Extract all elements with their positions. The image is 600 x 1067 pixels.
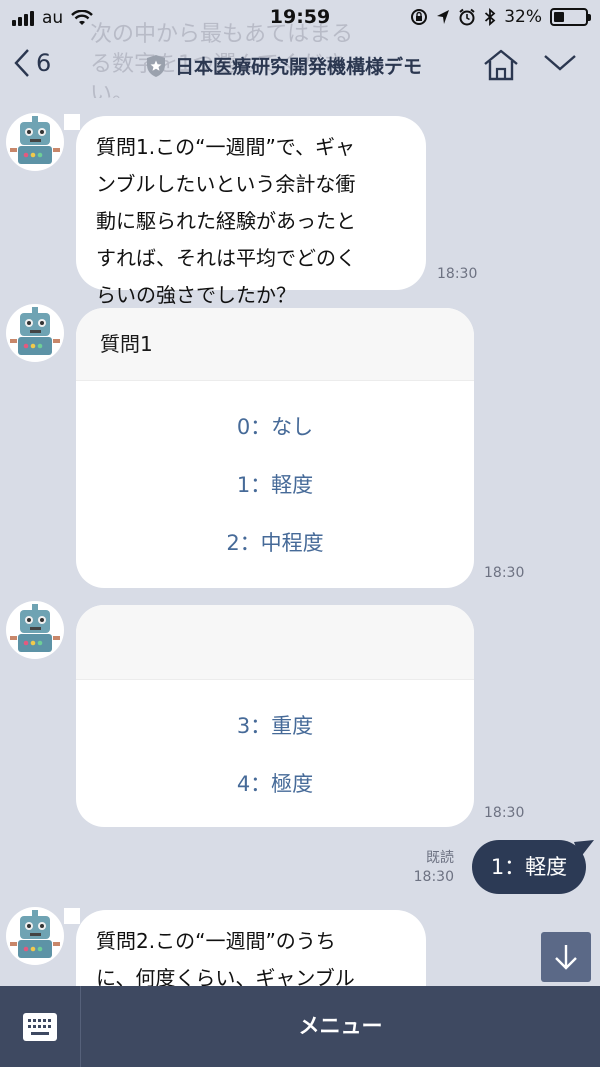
keyboard-icon	[23, 1012, 57, 1041]
battery-percent: 32%	[504, 7, 542, 27]
bot-avatar[interactable]	[6, 113, 64, 171]
card-title	[76, 605, 474, 680]
keyboard-toggle-button[interactable]	[0, 986, 81, 1067]
home-icon	[484, 49, 518, 81]
message-time: 18:30	[484, 565, 525, 581]
home-button[interactable]	[482, 48, 520, 86]
bot-avatar[interactable]	[6, 907, 64, 965]
question-card-1: 質問1 0：なし 1：軽度 2：中程度	[76, 308, 474, 588]
rich-menu-button[interactable]: メニュー	[81, 986, 600, 1067]
shield-star-icon	[147, 54, 165, 77]
message-time: 18:30	[437, 266, 478, 282]
back-button[interactable]: 6	[14, 48, 51, 78]
header-menu-button[interactable]	[542, 50, 578, 78]
orientation-lock-icon	[411, 9, 428, 25]
status-bar: au 19:59 32%	[0, 0, 600, 36]
back-chevron-icon	[14, 49, 29, 77]
chat-title-label: 日本医療研究開発機構様デモ	[175, 56, 423, 78]
bubble-tail	[64, 114, 80, 130]
bot-message-q1[interactable]: 質問1.この“一週間”で、ギャ ンブルしたいという余計な衝 動に駆られた経験があ…	[76, 116, 426, 307]
option-4-extreme[interactable]: 4：極度	[76, 755, 474, 813]
bot-avatar[interactable]	[6, 601, 64, 659]
option-0-none[interactable]: 0：なし	[76, 398, 474, 456]
bot-avatar[interactable]	[6, 304, 64, 362]
bluetooth-icon	[485, 8, 496, 26]
location-icon	[437, 10, 450, 24]
arrow-down-icon	[555, 945, 577, 970]
battery-icon	[550, 8, 591, 26]
user-reply-bubble[interactable]: 1：軽度	[472, 840, 586, 894]
question-card-2: 3：重度 4：極度	[76, 605, 474, 827]
chat-header: 次の中から最もあてはまる る数字を1つ選んでくださ い。 6 日本医療研究開発機…	[0, 22, 600, 98]
chat-title[interactable]: 日本医療研究開発機構様デモ	[145, 52, 422, 79]
message-time: 18:30	[484, 805, 525, 821]
bubble-tail	[64, 908, 80, 924]
option-1-mild[interactable]: 1：軽度	[76, 456, 474, 514]
card-title: 質問1	[76, 308, 474, 381]
chevron-down-icon	[544, 55, 576, 71]
alarm-icon	[459, 8, 475, 26]
option-2-moderate[interactable]: 2：中程度	[76, 514, 474, 572]
option-3-severe[interactable]: 3：重度	[76, 697, 474, 755]
scroll-to-bottom-button[interactable]	[541, 932, 591, 982]
read-receipt: 既読 18:30	[413, 850, 454, 885]
back-unread-count: 6	[36, 49, 52, 77]
bottom-menu-bar: メニュー	[0, 986, 600, 1067]
